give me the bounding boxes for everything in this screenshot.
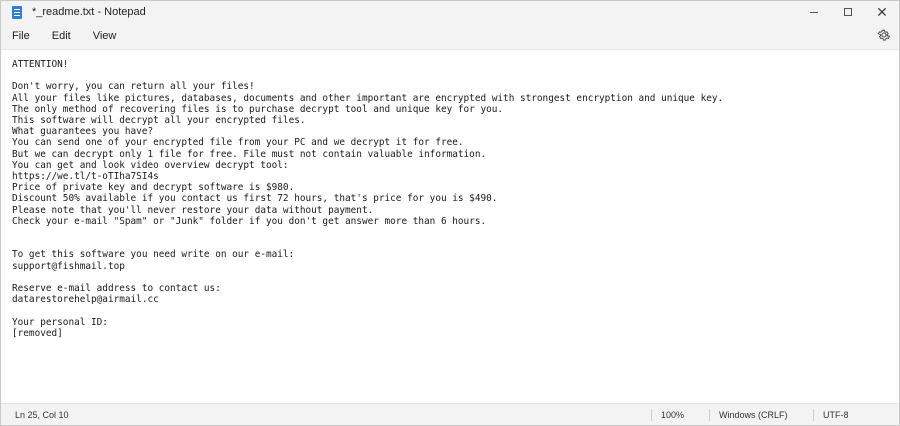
window-title: *_readme.txt - Notepad (32, 6, 146, 18)
document-text[interactable]: ATTENTION! Don't worry, you can return a… (12, 59, 891, 339)
window-controls: ✕ (797, 1, 899, 23)
menu-bar: File Edit View (1, 23, 899, 49)
line-ending: Windows (CRLF) (719, 410, 788, 420)
status-divider (813, 409, 814, 421)
minimize-icon (810, 11, 818, 13)
notepad-icon (12, 5, 22, 19)
gear-icon[interactable] (877, 28, 891, 42)
menu-view[interactable]: View (82, 23, 128, 49)
close-button[interactable]: ✕ (865, 1, 899, 23)
minimize-button[interactable] (797, 1, 831, 23)
text-editor[interactable]: ATTENTION! Don't worry, you can return a… (1, 49, 899, 402)
maximize-button[interactable] (831, 1, 865, 23)
cursor-position: Ln 25, Col 10 (15, 410, 69, 420)
zoom-level: 100% (661, 410, 685, 420)
menu-file[interactable]: File (1, 23, 41, 49)
maximize-icon (844, 8, 852, 16)
encoding: UTF-8 (823, 410, 849, 420)
close-icon: ✕ (876, 4, 888, 20)
status-divider (651, 409, 652, 421)
menu-edit[interactable]: Edit (41, 23, 82, 49)
notepad-window: *_readme.txt - Notepad ✕ File Edit View … (0, 0, 900, 426)
title-bar[interactable]: *_readme.txt - Notepad ✕ (1, 1, 899, 23)
status-divider (709, 409, 710, 421)
status-bar: Ln 25, Col 10 100% Windows (CRLF) UTF-8 (1, 403, 899, 425)
